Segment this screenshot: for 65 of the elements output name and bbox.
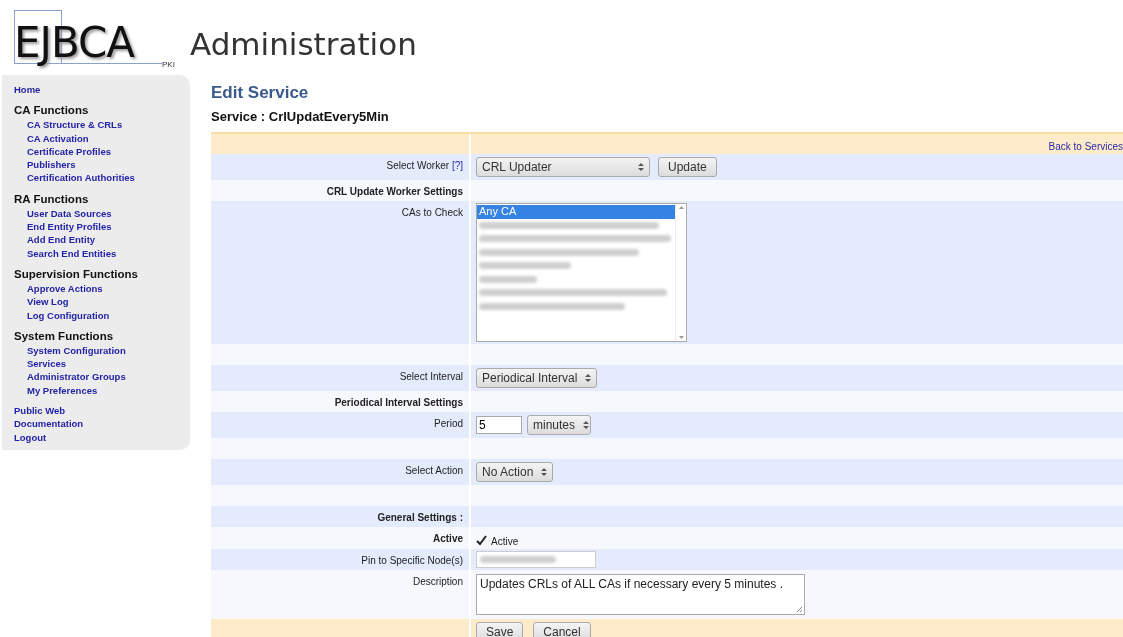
form-button[interactable]: Update [658, 157, 717, 177]
field-label: Select Interval [399, 370, 463, 384]
nav-link[interactable]: My Preferences [14, 383, 190, 398]
nav-link[interactable]: System Configuration [14, 343, 190, 358]
scrollbar[interactable] [675, 204, 686, 341]
nav-link[interactable]: Search End Entities [14, 246, 190, 260]
form-button[interactable]: Save [476, 622, 524, 637]
section-heading: CA Functions [14, 103, 90, 119]
nav-link[interactable]: CA Structure & CRLs [14, 118, 190, 132]
description-field[interactable]: Updates CRLs of ALL CAs if necessary every 5 minutes . [476, 574, 805, 615]
redacted-text [479, 275, 537, 283]
ca-listbox[interactable]: Any CA [476, 203, 687, 342]
dropdown[interactable]: CRL Updater [476, 157, 650, 177]
app-title: Administration [190, 29, 417, 60]
spinner-arrows-icon [541, 467, 548, 477]
scroll-up-icon[interactable] [678, 206, 684, 209]
nav-link[interactable]: End Entity Profiles [14, 220, 190, 234]
back-link[interactable]: Back to Services [1048, 139, 1123, 154]
field-label: Select Action [405, 464, 463, 478]
field-label: Pin to Specific Node(s) [361, 554, 463, 568]
field-label: CAs to Check [401, 206, 463, 220]
dropdown[interactable]: Periodical Interval [476, 368, 598, 388]
logo: EJBCA PKI [14, 10, 174, 68]
help-link[interactable]: [?] [451, 160, 463, 171]
section-heading: Supervision Functions [14, 266, 139, 282]
list-option[interactable]: Any CA [477, 205, 675, 219]
nav-link[interactable]: Public Web [14, 404, 190, 418]
field-label: Period [434, 417, 463, 431]
nav-link[interactable]: Approve Actions [14, 281, 190, 296]
page-title: Edit Service [211, 83, 310, 103]
checkbox[interactable] [476, 534, 487, 546]
nav-link[interactable]: Certification Authorities [14, 171, 190, 185]
field-label: Active [433, 532, 463, 546]
spinner-arrows-icon [638, 162, 644, 172]
field-label: Description [412, 575, 463, 589]
spinner-arrows-icon [583, 420, 590, 430]
resize-grip-icon [797, 607, 802, 612]
form-button[interactable]: Cancel [533, 622, 591, 637]
node-input[interactable] [476, 551, 596, 568]
field-label: Periodical Interval Settings [334, 396, 463, 410]
checkbox-label: Active [491, 535, 519, 549]
nav-link[interactable]: Documentation [14, 417, 190, 431]
nav-link[interactable]: Add End Entity [14, 233, 190, 247]
field-label: CRL Update Worker Settings [326, 185, 463, 199]
nav-link[interactable]: CA Activation [14, 131, 190, 145]
nav-link[interactable]: Publishers [14, 158, 190, 172]
nav-link[interactable]: User Data Sources [14, 206, 190, 221]
dropdown[interactable]: No Action [476, 462, 554, 482]
spinner-arrows-icon [585, 373, 592, 383]
scroll-down-icon[interactable] [678, 336, 684, 339]
section-heading: System Functions [14, 328, 115, 344]
nav-link[interactable]: Services [14, 357, 190, 371]
nav-link[interactable]: Logout [14, 430, 190, 444]
nav-link[interactable]: Log Configuration [14, 308, 190, 322]
checkmark-icon [476, 534, 487, 546]
nav-link[interactable]: Certificate Profiles [14, 144, 190, 159]
period-input[interactable]: 5 [476, 416, 522, 434]
nav-link[interactable]: Home [14, 83, 190, 97]
section-heading: RA Functions [14, 191, 90, 207]
field-label: Select Worker [?] [386, 159, 463, 173]
service-name: Service : CrlUpdatEvery5Min [211, 109, 390, 125]
nav-link[interactable]: View Log [14, 295, 190, 309]
nav-link[interactable]: Administrator Groups [14, 370, 190, 384]
dropdown[interactable]: minutes [527, 415, 591, 435]
field-label: General Settings : [377, 511, 463, 525]
